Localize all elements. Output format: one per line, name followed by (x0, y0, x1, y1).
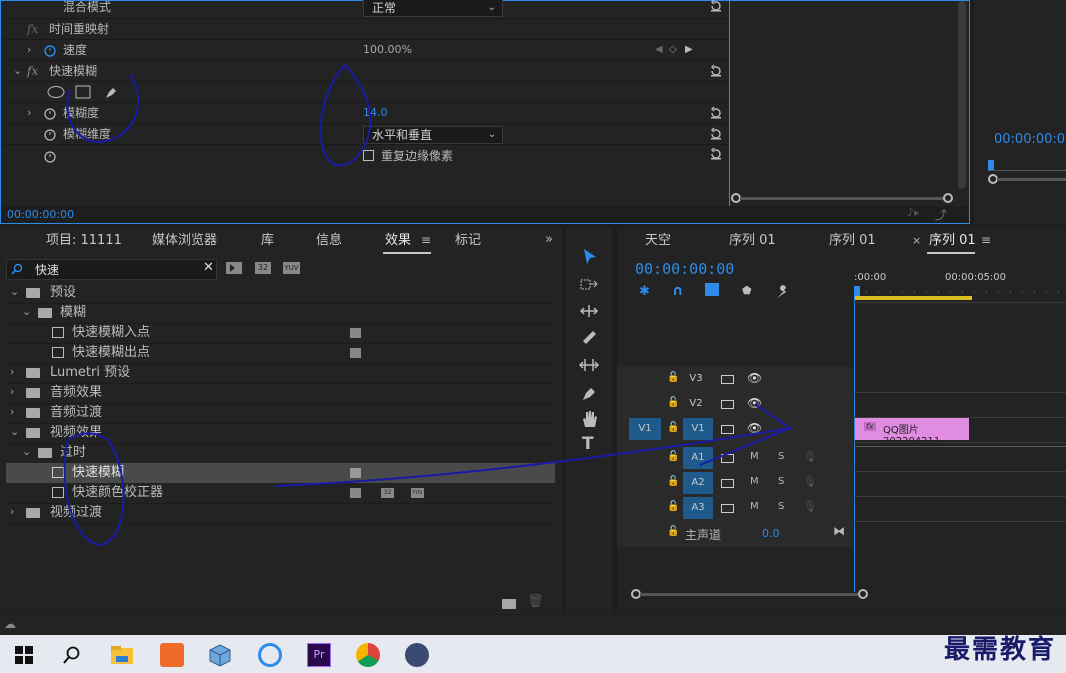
annotation-stroke (66, 74, 140, 143)
annotation-stroke (63, 432, 125, 547)
annotation-stroke (319, 64, 372, 167)
annotation-overlay (63, 64, 793, 547)
annotation-stroke (274, 403, 793, 487)
